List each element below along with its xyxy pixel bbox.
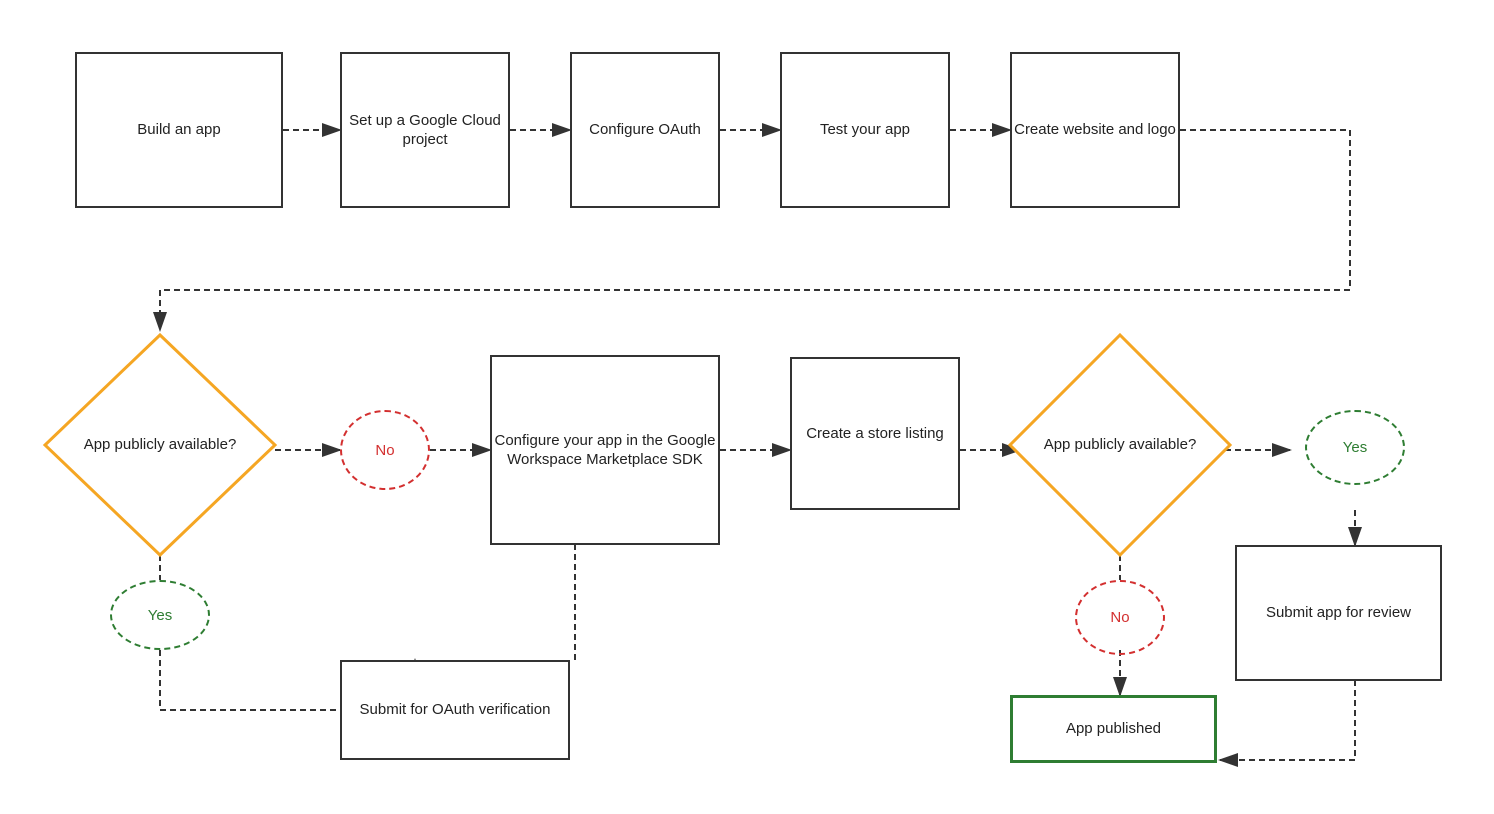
diamond-app-public-2: App publicly available? (1005, 330, 1235, 560)
no-oval-1: No (340, 410, 430, 490)
diamond-app-public-1: App publicly available? (40, 330, 280, 560)
build-app-box: Build an app (75, 52, 283, 208)
create-website-label: Create website and logo (1014, 120, 1176, 140)
no-1-label: No (375, 442, 394, 459)
configure-sdk-box: Configure your app in the Google Workspa… (490, 355, 720, 545)
build-app-label: Build an app (137, 120, 220, 140)
no-2-label: No (1110, 609, 1129, 626)
create-store-label: Create a store listing (806, 424, 944, 444)
configure-sdk-label: Configure your app in the Google Workspa… (492, 431, 718, 470)
yes-2-label: Yes (1343, 439, 1367, 456)
test-app-box: Test your app (780, 52, 950, 208)
create-website-box: Create website and logo (1010, 52, 1180, 208)
configure-oauth-box: Configure OAuth (570, 52, 720, 208)
diamond-public-2-label: App publicly available? (1044, 436, 1197, 453)
submit-oauth-label: Submit for OAuth verification (360, 700, 551, 720)
yes-oval-2: Yes (1305, 410, 1405, 485)
app-published-label: App published (1066, 719, 1161, 739)
configure-oauth-label: Configure OAuth (589, 120, 701, 140)
test-app-label: Test your app (820, 120, 910, 140)
yes-oval-1: Yes (110, 580, 210, 650)
submit-review-box: Submit app for review (1235, 545, 1442, 681)
submit-review-label: Submit app for review (1266, 603, 1411, 623)
diamond-public-1-label: App publicly available? (84, 436, 237, 453)
flowchart-diagram: Build an app Set up a Google Cloud proje… (0, 0, 1494, 814)
setup-gcp-label: Set up a Google Cloud project (342, 111, 508, 150)
create-store-box: Create a store listing (790, 357, 960, 510)
app-published-box: App published (1010, 695, 1217, 763)
yes-1-label: Yes (148, 607, 172, 624)
submit-oauth-box: Submit for OAuth verification (340, 660, 570, 760)
no-oval-2: No (1075, 580, 1165, 655)
setup-gcp-box: Set up a Google Cloud project (340, 52, 510, 208)
